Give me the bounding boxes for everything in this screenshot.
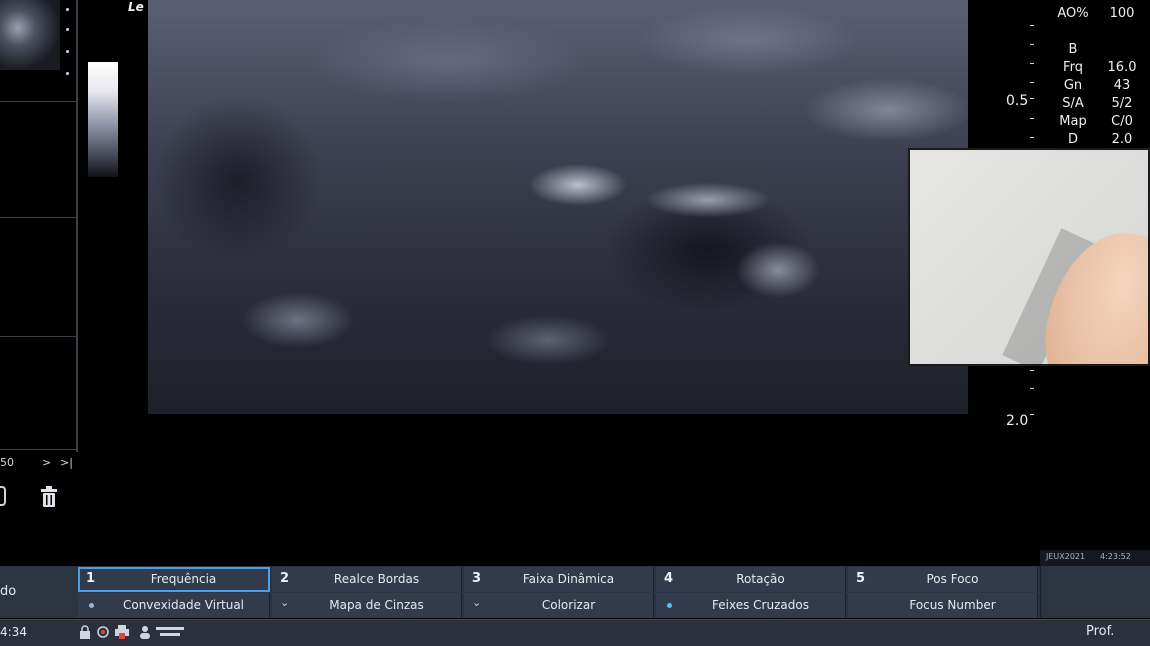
dot-icon <box>66 50 69 53</box>
thumbnail-4[interactable] <box>0 338 76 450</box>
lock-icon <box>80 625 90 639</box>
control-faixa-dinamica[interactable]: 3 Faixa Dinâmica <box>464 567 654 592</box>
control-focus-number[interactable]: Focus Number <box>848 593 1038 618</box>
depth-tick <box>1030 98 1034 99</box>
control-pos-foco[interactable]: 5 Pos Foco <box>848 567 1038 592</box>
control-frequencia[interactable]: 1 Frequência <box>78 567 270 592</box>
control-feixes-cruzados[interactable]: Feixes Cruzados <box>656 593 846 618</box>
thumbnail-2[interactable] <box>0 103 76 218</box>
control-bar-right-panel <box>1040 566 1150 618</box>
image-side-label: Le <box>128 0 144 14</box>
param-value: 16.0 <box>1107 60 1137 75</box>
thumbnail-count: 50 <box>0 456 14 469</box>
thumbnail-1[interactable] <box>0 0 76 102</box>
param-value: 5/2 <box>1111 96 1133 111</box>
control-label: Faixa Dinâmica <box>522 572 615 586</box>
depth-tick <box>1030 388 1034 389</box>
control-label: Realce Bordas <box>333 572 420 586</box>
status-strip-left: JEUX2021 <box>1046 552 1086 561</box>
param-value: 2.0 <box>1111 132 1133 147</box>
thumbnail-3[interactable] <box>0 219 76 337</box>
depth-tick <box>1030 137 1034 138</box>
control-label: Focus Number <box>909 598 996 612</box>
control-label: Pos Foco <box>926 572 979 586</box>
next-page-button[interactable]: > <box>42 456 51 469</box>
depth-tick <box>1030 414 1034 415</box>
chevron-down-icon: ⌄ <box>280 596 290 609</box>
depth-tick <box>1030 63 1034 64</box>
mode-label: do <box>0 584 17 599</box>
status-bar: 4:34 Prof. <box>0 619 1150 646</box>
dot-icon <box>667 603 672 608</box>
device-status-icon <box>156 627 184 636</box>
control-colorizar[interactable]: ⌄ Colorizar <box>464 593 654 618</box>
depth-label-bottom: 2.0 <box>1006 413 1029 429</box>
depth-tick <box>1030 370 1034 371</box>
last-page-button[interactable]: >| <box>60 456 73 469</box>
profile-label[interactable]: Prof. <box>1086 624 1114 639</box>
param-key: AO% <box>1057 6 1089 21</box>
status-strip: JEUX2021 4:23:52 <box>1040 550 1150 566</box>
user-icon <box>140 626 150 639</box>
control-number: 3 <box>472 571 482 586</box>
depth-label-top: 0.5 <box>1006 93 1029 109</box>
control-convexidade-virtual[interactable]: Convexidade Virtual <box>78 593 270 618</box>
control-label: Colorizar <box>541 598 596 612</box>
depth-tick <box>1030 44 1034 45</box>
thumbnail-nav: 50 > >| <box>0 454 78 472</box>
control-label: Convexidade Virtual <box>122 598 245 612</box>
param-key: S/A <box>1062 96 1084 111</box>
param-key: Map <box>1059 114 1087 129</box>
param-key: Gn <box>1063 78 1083 93</box>
control-label: Rotação <box>736 572 785 586</box>
param-key: D <box>1067 132 1078 147</box>
status-strip-right: 4:23:52 <box>1100 552 1131 561</box>
param-value: 43 <box>1113 78 1131 93</box>
network-icon <box>97 626 109 638</box>
dot-icon <box>66 28 69 31</box>
control-mapa-de-cinzas[interactable]: ⌄ Mapa de Cinzas <box>272 593 462 618</box>
control-number: 4 <box>664 571 674 586</box>
mode-label-box[interactable]: do <box>0 566 76 618</box>
control-label: Feixes Cruzados <box>712 598 809 612</box>
control-number: 2 <box>280 571 290 586</box>
control-realce-bordas[interactable]: 2 Realce Bordas <box>272 567 462 592</box>
control-rotacao[interactable]: 4 Rotação <box>656 567 846 592</box>
depth-tick <box>1030 118 1034 119</box>
clock: 4:34 <box>0 625 27 639</box>
grayscale-bar <box>88 62 118 177</box>
param-value: C/0 <box>1111 114 1133 129</box>
dot-icon <box>66 72 69 75</box>
control-label: Frequência <box>150 572 217 586</box>
param-value: 100 <box>1109 6 1135 21</box>
edit-icon[interactable] <box>0 486 6 506</box>
control-number: 1 <box>86 571 96 586</box>
chevron-down-icon: ⌄ <box>472 596 482 609</box>
ultrasound-image[interactable] <box>148 0 968 414</box>
control-number: 5 <box>856 571 866 586</box>
param-key: Frq <box>1063 60 1083 75</box>
depth-tick <box>1030 25 1034 26</box>
control-label: Mapa de Cinzas <box>329 598 424 612</box>
thumbnail-image <box>0 0 60 70</box>
dot-icon <box>66 8 69 11</box>
depth-tick <box>1030 82 1034 83</box>
thumbnail-panel <box>0 0 78 452</box>
param-key: B <box>1068 42 1078 57</box>
printer-icon <box>115 625 129 639</box>
trash-icon[interactable] <box>40 486 58 508</box>
webcam-overlay <box>908 148 1150 366</box>
dot-icon <box>89 603 94 608</box>
